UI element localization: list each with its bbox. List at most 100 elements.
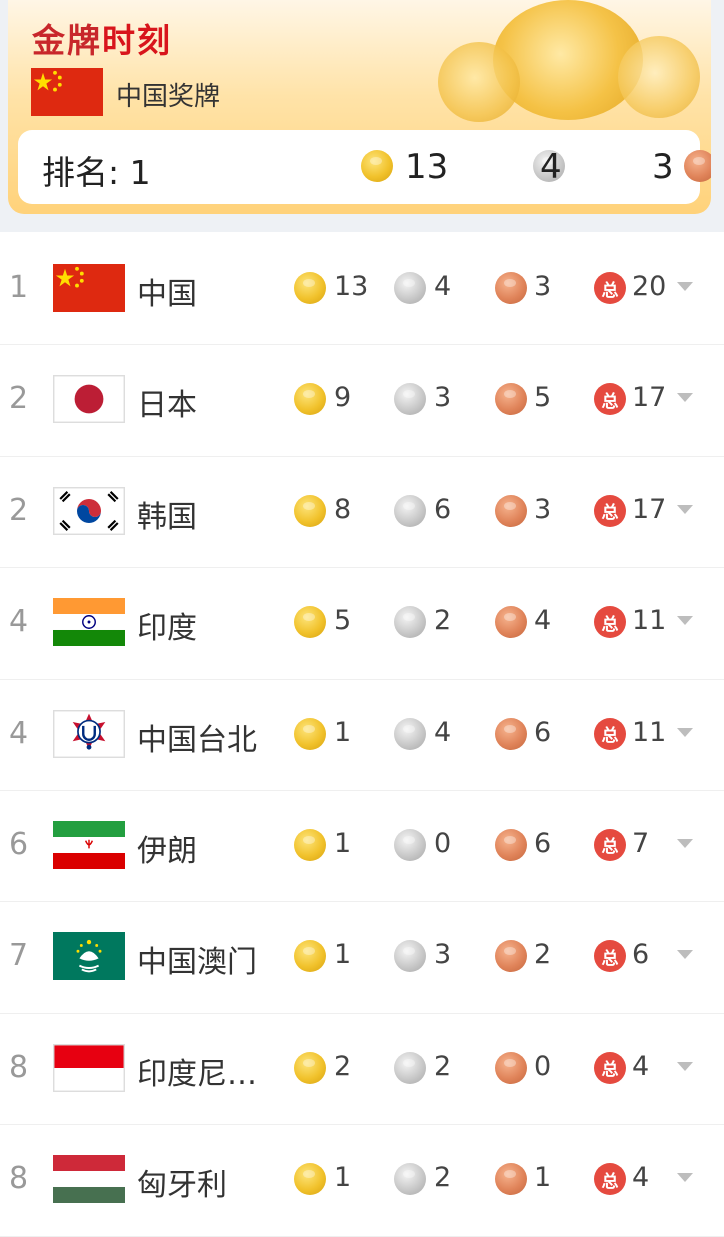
table-row[interactable]: 4 印度 5 2 4 总 11 [0, 568, 724, 680]
country-name: 匈牙利 [137, 1168, 227, 1204]
table-row[interactable]: 4 中国台北 1 4 6 总 11 [0, 680, 724, 791]
total-count: 7 [632, 827, 650, 859]
indonesia-flag-icon [53, 1043, 125, 1092]
chevron-down-icon[interactable] [677, 838, 693, 848]
total-count: 20 [632, 271, 667, 302]
rank: 4 [9, 715, 29, 751]
silver-medal-icon [394, 494, 426, 527]
rank: 8 [9, 1161, 29, 1197]
total-count: 6 [632, 939, 650, 971]
silver-count: 2 [434, 1162, 452, 1194]
rank: 2 [9, 381, 29, 417]
gold-count: 1 [334, 1162, 352, 1194]
chevron-down-icon[interactable] [677, 1061, 693, 1071]
chevron-down-icon[interactable] [677, 282, 693, 291]
total-icon: 总 [594, 1051, 626, 1084]
gold-medal-icon [294, 940, 326, 973]
total-count: 11 [632, 605, 667, 637]
silver-count: 3 [434, 382, 452, 414]
gold-medal-decoration [438, 42, 520, 122]
country-name: 韩国 [137, 499, 197, 535]
rank: 8 [9, 1049, 29, 1085]
total-count: 17 [632, 382, 667, 414]
gold-medal-icon [294, 717, 326, 750]
chevron-down-icon[interactable] [677, 1173, 693, 1183]
bronze-medal-icon [495, 828, 527, 861]
table-row[interactable]: 8 印度尼… 2 2 0 总 4 [0, 1014, 724, 1126]
chevron-down-icon[interactable] [677, 393, 693, 403]
country-name: 中国台北 [137, 722, 257, 758]
india-flag-icon [53, 598, 125, 647]
bronze-medal-icon [495, 272, 527, 304]
gold-medal-icon [294, 383, 326, 416]
medal-summary-card: 金牌时刻 中国奖牌 排名: 1 13 4 3 [8, 0, 711, 214]
country-name: 中国澳门 [137, 945, 257, 981]
silver-count: 4 [434, 716, 452, 748]
macau-flag-icon [53, 932, 125, 981]
silver-medal-icon [394, 1163, 426, 1196]
country-name: 印度尼… [137, 1056, 257, 1092]
silver-medal-icon [394, 383, 426, 416]
silver-count: 3 [434, 939, 452, 971]
rank: 6 [9, 826, 29, 862]
gold-count: 5 [334, 605, 352, 637]
silver-count: 2 [434, 605, 452, 637]
gold-medal-icon [294, 828, 326, 861]
rank-summary-bar: 排名: 1 13 4 3 [18, 130, 711, 204]
country-name: 印度 [137, 611, 197, 647]
chevron-down-icon[interactable] [677, 950, 693, 960]
silver-medal-icon [394, 1051, 426, 1084]
bronze-count: 2 [534, 939, 552, 971]
total-icon: 总 [594, 717, 626, 750]
silver-count: 4 [540, 147, 562, 187]
rank: 1 [9, 270, 29, 305]
subtitle: 中国奖牌 [116, 82, 221, 112]
table-row[interactable]: 2 韩国 8 6 3 总 17 [0, 457, 724, 569]
total-count: 11 [632, 716, 667, 748]
chevron-down-icon[interactable] [677, 727, 693, 737]
bronze-count: 3 [534, 271, 552, 302]
table-row[interactable]: 2 日本 9 3 5 总 17 [0, 345, 724, 457]
total-icon: 总 [594, 828, 626, 861]
chinese-taipei-flag-icon [53, 709, 125, 758]
gold-count: 13 [334, 271, 369, 302]
bronze-medal-icon [495, 940, 527, 973]
rank-value: 1 [129, 153, 151, 192]
table-row[interactable]: 6 伊朗 1 0 6 总 7 [0, 791, 724, 903]
bronze-count: 1 [534, 1162, 552, 1194]
bronze-count: 6 [534, 827, 552, 859]
silver-count: 4 [434, 271, 452, 302]
page-title: 金牌时刻 [32, 21, 172, 60]
gold-medal-icon [361, 150, 393, 182]
country-name: 日本 [137, 388, 197, 424]
gold-count: 1 [334, 827, 352, 859]
bronze-count: 6 [534, 716, 552, 748]
total-icon: 总 [594, 494, 626, 527]
table-row[interactable]: 7 中国澳门 1 3 2 总 6 [0, 902, 724, 1014]
bronze-count: 3 [534, 493, 552, 525]
total-count: 17 [632, 493, 667, 525]
country-name: 伊朗 [137, 833, 197, 869]
gold-count: 1 [334, 716, 352, 748]
gold-count: 13 [405, 147, 449, 187]
gold-count: 8 [334, 493, 352, 525]
chevron-down-icon[interactable] [677, 616, 693, 626]
total-count: 4 [632, 1162, 650, 1194]
gold-medal-icon [294, 1051, 326, 1084]
total-icon: 总 [594, 383, 626, 416]
rank: 4 [9, 604, 29, 640]
table-row[interactable]: 1 中国 13 4 3 总 20 [0, 234, 724, 346]
bronze-medal-icon [684, 150, 711, 182]
bronze-medal-icon [495, 494, 527, 527]
total-icon: 总 [594, 272, 626, 304]
medal-table: 1 中国 13 4 3 总 20 2 日本 9 3 5 总 17 2 韩国 8 … [0, 234, 724, 1237]
table-row[interactable]: 8 匈牙利 1 2 1 总 4 [0, 1125, 724, 1237]
country-name: 中国 [137, 277, 197, 312]
chevron-down-icon[interactable] [677, 504, 693, 514]
silver-medal-icon [394, 717, 426, 750]
hungary-flag-icon [53, 1155, 125, 1204]
rank: 7 [9, 938, 29, 974]
bronze-medal-icon [495, 717, 527, 750]
rank-label: 排名: 1 [42, 153, 151, 192]
gold-medal-icon [294, 1163, 326, 1196]
